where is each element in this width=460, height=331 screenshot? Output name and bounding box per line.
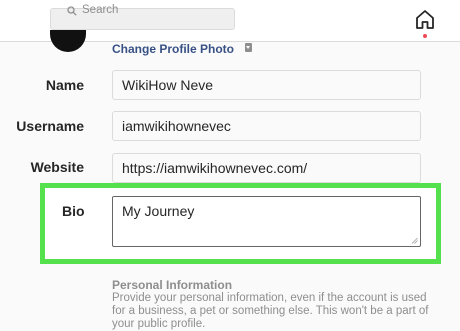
name-label: Name — [45, 77, 84, 93]
notification-dot — [423, 34, 427, 38]
bio-label: Bio — [62, 203, 85, 219]
search-icon — [67, 6, 77, 16]
username-field[interactable]: iamwikihownevec — [112, 111, 421, 141]
search-placeholder: Search — [82, 4, 119, 16]
home-icon[interactable] — [413, 7, 437, 31]
personal-info-title: Personal Information — [112, 278, 233, 292]
personal-info-description: Provide your personal information, even … — [112, 292, 429, 330]
bio-text: My Journey — [122, 203, 195, 219]
change-profile-photo-link[interactable]: Change Profile Photo — [112, 42, 234, 56]
photo-caret-icon — [245, 43, 252, 52]
username-label: Username — [16, 118, 84, 134]
bio-textarea[interactable]: My Journey — [112, 196, 421, 247]
avatar[interactable] — [50, 30, 86, 52]
search-input[interactable] — [50, 8, 235, 30]
resize-grip-icon[interactable] — [411, 237, 418, 244]
website-field[interactable]: https://iamwikihownevec.com/ — [112, 153, 421, 183]
website-label: Website — [30, 159, 84, 175]
name-field[interactable]: WikiHow Neve — [112, 70, 421, 100]
